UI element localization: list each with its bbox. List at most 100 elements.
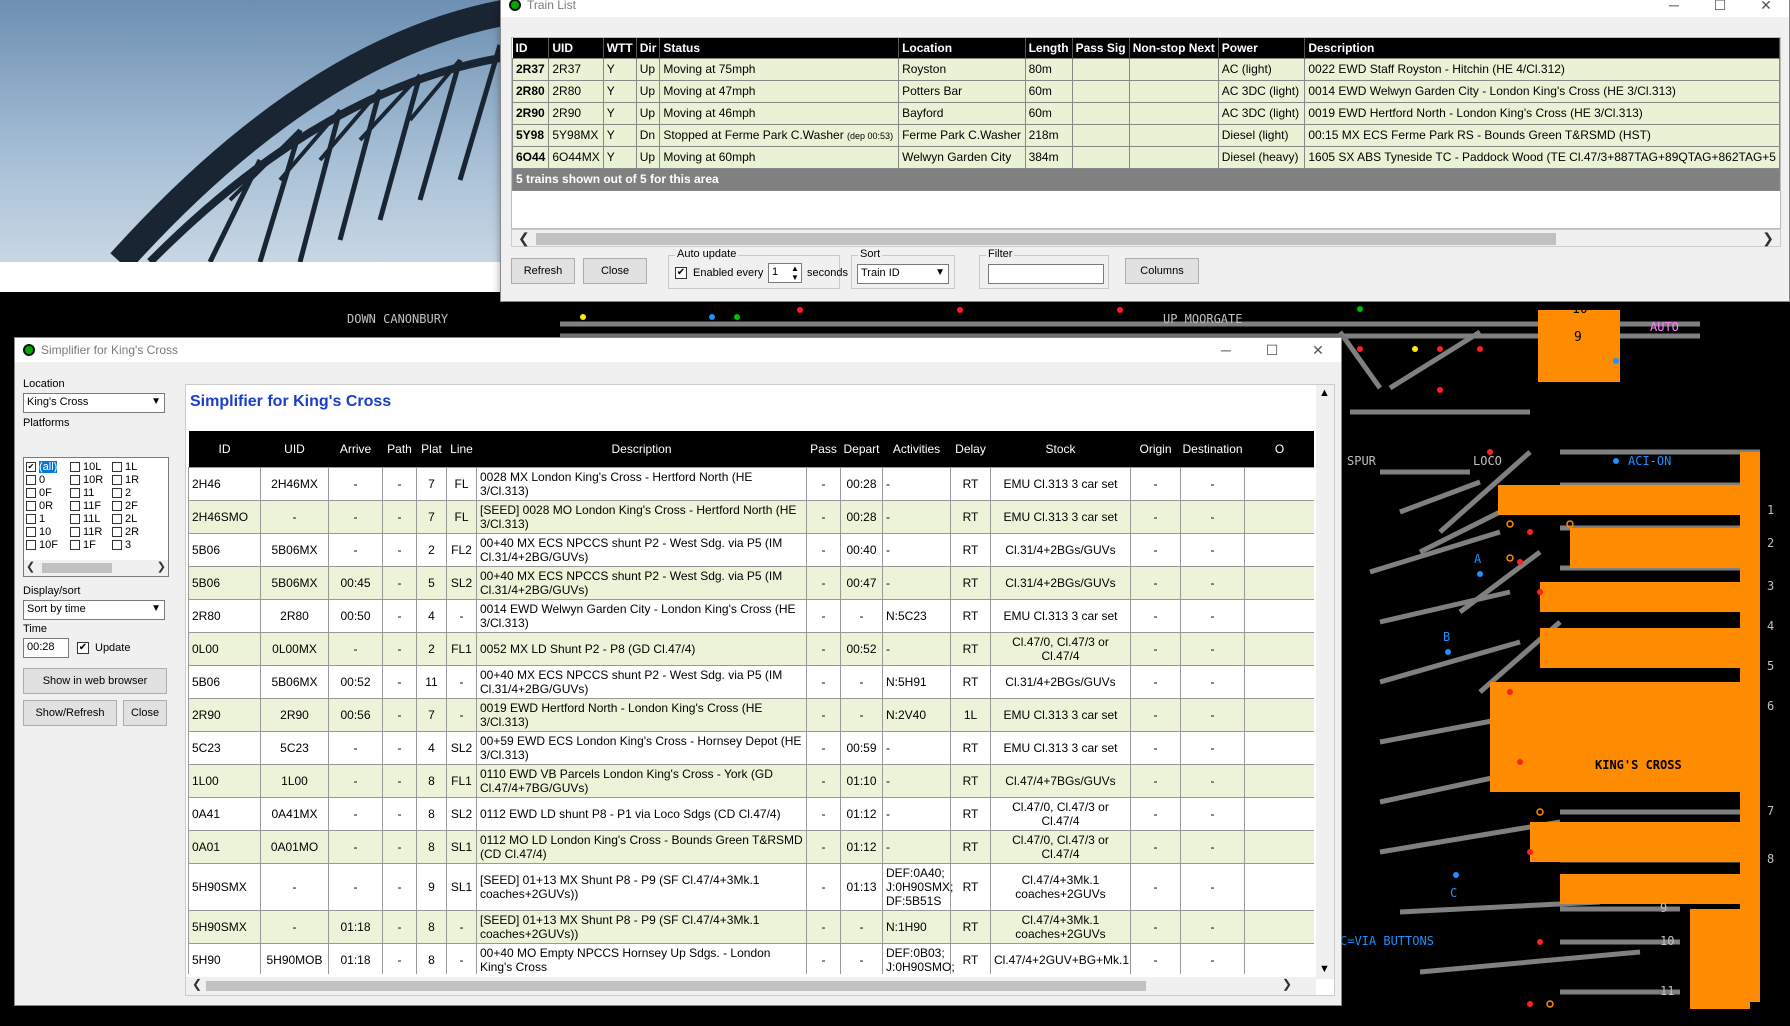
column-header[interactable]: Arrive [328, 431, 383, 467]
scroll-up-icon[interactable]: ▲ [1319, 387, 1330, 399]
column-header[interactable]: Activities [882, 431, 951, 467]
table-row[interactable]: 5H90 5H90MOB 01:18-8-00+40 MO Empty NPCCS … [188, 942, 1314, 974]
filter-input[interactable] [988, 264, 1104, 284]
platform-checkbox[interactable] [70, 513, 80, 524]
display-sort-select[interactable]: Sort by time ▼ [23, 600, 165, 620]
table-row[interactable]: 5B06 5B06MX 00:45-5 SL2 00+40 MX ECS NPCCS s… [188, 565, 1314, 600]
train-list-titlebar[interactable]: Train List ─ ☐ ✕ [501, 0, 1789, 17]
table-row[interactable]: 5H90SMX - - -9 SL1 [SEED] 01+13 MX Shunt P8 -… [188, 862, 1314, 911]
platform-checkbox[interactable] [26, 500, 36, 511]
chevron-down-icon[interactable]: ▼ [935, 267, 945, 278]
auto-update-checkbox[interactable]: ✔ [675, 267, 687, 279]
platform-checkbox[interactable] [26, 487, 36, 498]
close-button[interactable]: Close [583, 258, 647, 284]
platform-checkbox[interactable] [70, 500, 80, 511]
platform-checkbox[interactable] [112, 474, 122, 485]
platform-checkbox[interactable] [70, 487, 80, 498]
platform-option[interactable]: 10 [26, 525, 51, 538]
table-row[interactable]: 2R37 2R37 Y Up Moving at 75mph Royston 80m AC (… [512, 57, 1780, 81]
table-row[interactable]: 5B06 5B06MX - -2 FL2 00+40 MX ECS NPCCS shunt… [188, 532, 1314, 567]
column-header[interactable]: Description [1304, 38, 1780, 58]
scroll-right-icon[interactable]: ❯ [1282, 977, 1292, 991]
platform-option[interactable]: 1 [26, 512, 45, 525]
platform-checkbox[interactable] [26, 539, 36, 550]
table-row[interactable]: 2H46 2H46MX - -7 FL 0028 MX London King's Cro… [188, 466, 1314, 501]
sort-select[interactable]: Train ID ▼ [857, 264, 949, 284]
maximize-icon[interactable]: ☐ [1697, 0, 1743, 14]
column-header[interactable]: UID [260, 431, 329, 467]
table-row[interactable]: 0A41 0A41MX - -8 SL2 0112 EWD LD shunt P8 - P… [188, 796, 1314, 831]
platforms-scrollbar[interactable]: ❮ ❯ [24, 560, 168, 576]
column-header[interactable]: Delay [950, 431, 991, 467]
column-header[interactable]: Power [1218, 38, 1306, 58]
scroll-left-icon[interactable]: ❮ [26, 560, 35, 573]
platform-checkbox[interactable] [26, 513, 36, 524]
platform-checkbox[interactable] [70, 526, 80, 537]
scroll-thumb[interactable] [536, 233, 1556, 245]
platform-option[interactable]: 2F [112, 499, 138, 512]
column-header[interactable]: ID [512, 38, 550, 58]
table-row[interactable]: 0A01 0A01MO - -8 SL1 0112 MO LD London King's… [188, 829, 1314, 864]
table-row[interactable]: 2H46SMO - - -7 FL [SEED] 0028 MO London King'… [188, 499, 1314, 534]
close-button[interactable]: Close [123, 700, 167, 726]
platform-checkbox[interactable] [112, 487, 122, 498]
platform-option[interactable]: 11 [70, 486, 94, 499]
platform-option[interactable]: 0F [26, 486, 52, 499]
platform-option[interactable]: 1F [70, 538, 96, 551]
column-header[interactable]: WTT [603, 38, 637, 58]
table-row[interactable]: 5Y98 5Y98MX Y Dn Stopped at Ferme Park C.Was… [512, 123, 1780, 147]
column-header[interactable]: Stock [990, 431, 1131, 467]
column-header[interactable]: Status [659, 38, 900, 58]
horizontal-scrollbar[interactable]: ❮ ❯ [511, 229, 1781, 247]
column-header[interactable]: Destination [1180, 431, 1245, 467]
table-row[interactable]: 1L00 1L00- -8 FL1 0110 EWD VB Parcels London… [188, 763, 1314, 798]
column-header[interactable]: Non-stop Next [1129, 38, 1219, 58]
scroll-down-icon[interactable]: ▼ [1319, 963, 1330, 975]
table-row[interactable]: 6O44 6O44MX Y Up Moving at 60mph Welwyn Garde… [512, 145, 1780, 169]
column-header[interactable]: Pass Sig [1072, 38, 1130, 58]
platform-option[interactable]: 10R [70, 473, 103, 486]
refresh-button[interactable]: Refresh [511, 258, 575, 284]
platform-checkbox[interactable] [112, 461, 122, 472]
show-in-web-browser-button[interactable]: Show in web browser [23, 668, 167, 694]
platform-checkbox[interactable] [26, 474, 36, 485]
platform-option[interactable]: 2L [112, 512, 137, 525]
platform-option[interactable]: 0 [26, 473, 45, 486]
column-header[interactable]: Origin [1130, 431, 1181, 467]
table-row[interactable]: 0L00 0L00MX - -2 FL1 0052 MX LD Shunt P2 - P8… [188, 631, 1314, 666]
close-icon[interactable]: ✕ [1295, 342, 1341, 359]
maximize-icon[interactable]: ☐ [1249, 342, 1295, 359]
platform-option[interactable]: 0R [26, 499, 53, 512]
chevron-down-icon[interactable]: ▼ [151, 603, 161, 614]
column-header[interactable]: Location [898, 38, 1026, 58]
platform-checkbox[interactable] [112, 513, 122, 524]
platform-option[interactable]: ✔ (all) [26, 460, 58, 473]
column-header[interactable]: Pass [806, 431, 841, 467]
table-row[interactable]: 2R80 2R80 00:50-4-0014 EWD Welwyn Garden C… [188, 598, 1314, 633]
time-input[interactable]: 00:28 [23, 638, 69, 658]
column-header[interactable]: Depart [840, 431, 883, 467]
column-header[interactable]: Description [476, 431, 807, 467]
platform-option[interactable]: 11R [70, 525, 102, 538]
platform-option[interactable]: 2R [112, 525, 139, 538]
location-select[interactable]: King's Cross ▼ [23, 393, 165, 413]
column-header[interactable]: O [1244, 431, 1314, 467]
scroll-left-icon[interactable]: ❮ [518, 230, 530, 247]
scroll-thumb[interactable] [206, 981, 1146, 991]
platform-option[interactable]: 10F [26, 538, 58, 551]
column-header[interactable]: ID [188, 431, 261, 467]
simplifier-titlebar[interactable]: Simplifier for King's Cross ─ ☐ ✕ [15, 338, 1341, 362]
column-header[interactable]: UID [548, 38, 604, 58]
update-checkbox[interactable]: ✔ [77, 642, 89, 654]
vertical-scrollbar[interactable]: ▲ ▼ [1316, 385, 1334, 979]
column-header[interactable]: Path [382, 431, 417, 467]
column-header[interactable]: Plat [416, 431, 447, 467]
table-row[interactable]: 2R90 2R90 00:56-7-0019 EWD Hertford North … [188, 697, 1314, 732]
platform-checkbox[interactable] [112, 526, 122, 537]
platform-option[interactable]: 1R [112, 473, 139, 486]
column-header[interactable]: Line [446, 431, 477, 467]
show-refresh-button[interactable]: Show/Refresh [23, 700, 117, 726]
table-row[interactable]: 5H90SMX -01:18-8- [SEED] 01+13 MX Shunt P8… [188, 909, 1314, 944]
platform-checkbox[interactable] [112, 539, 122, 550]
platform-checkbox[interactable] [26, 526, 36, 537]
